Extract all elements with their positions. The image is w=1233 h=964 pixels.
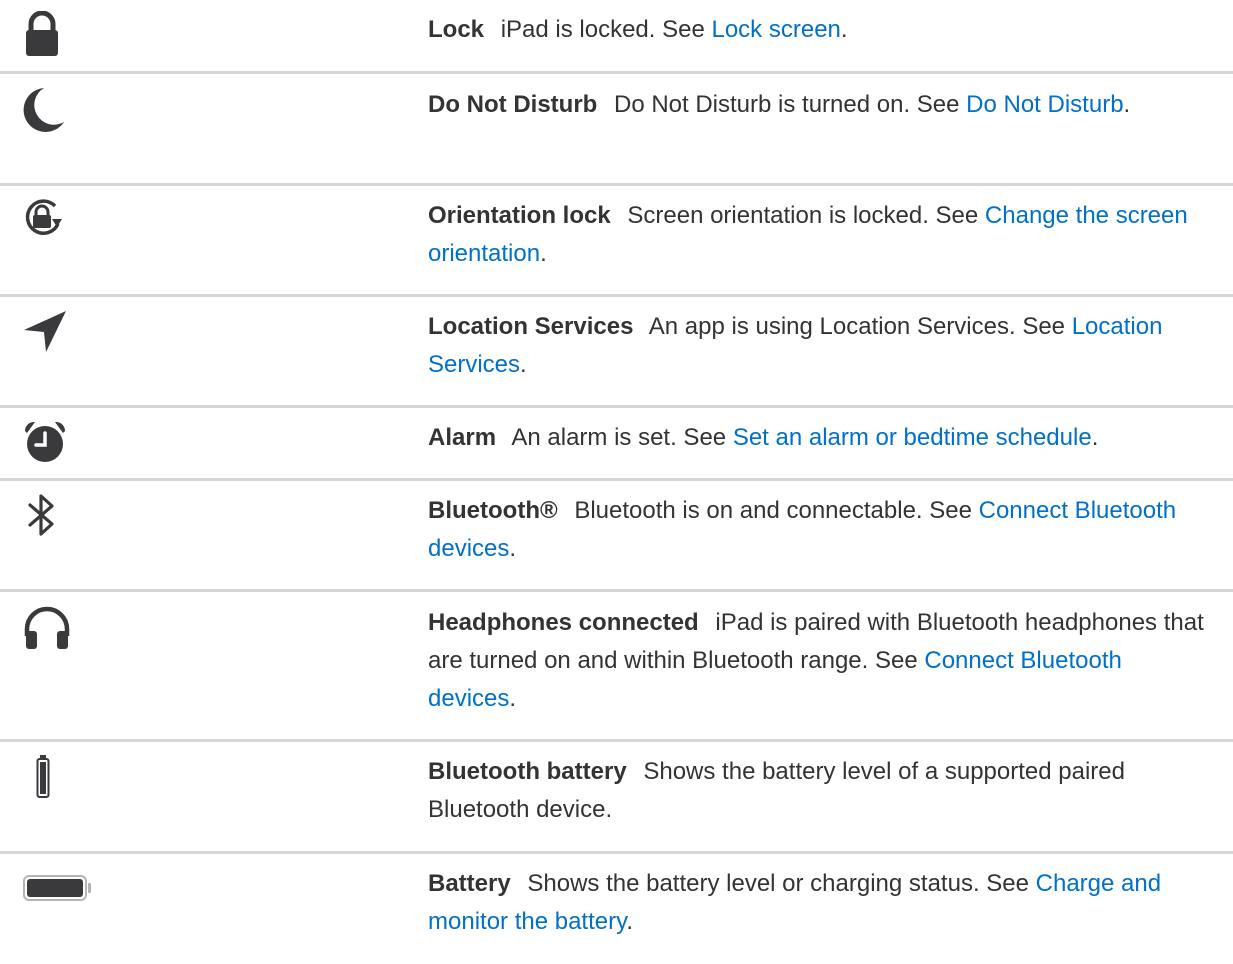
term: Bluetooth battery [428, 758, 627, 785]
icon-cell [0, 865, 428, 911]
description: An alarm is set. See [511, 424, 733, 451]
icon-cell [0, 419, 428, 465]
description: An app is using Location Services. See [648, 313, 1072, 340]
term: Orientation lock [428, 202, 611, 229]
battery-icon [22, 865, 94, 911]
table-row: Lock iPad is locked. See Lock screen. [0, 0, 1233, 74]
punctuation: . [509, 535, 517, 562]
table-row: Orientation lock Screen orientation is l… [0, 186, 1233, 297]
lock-icon [22, 11, 62, 57]
row-text: Headphones connected iPad is paired with… [428, 604, 1233, 718]
bluetooth-battery-icon [22, 753, 62, 801]
punctuation: . [1123, 91, 1131, 118]
row-text: Orientation lock Screen orientation is l… [428, 197, 1233, 273]
table-row: Bluetooth® Bluetooth is on and connectab… [0, 481, 1233, 592]
row-text: Bluetooth® Bluetooth is on and connectab… [428, 492, 1233, 568]
description: Bluetooth is on and connectable. See [574, 497, 979, 524]
alarm-clock-icon [22, 419, 68, 465]
status-icon-table: Lock iPad is locked. See Lock screen. Do… [0, 0, 1233, 964]
help-link[interactable]: Lock screen [711, 16, 840, 43]
term: Do Not Disturb [428, 91, 598, 118]
moon-icon [22, 86, 64, 132]
description: Do Not Disturb is turned on. See [613, 91, 967, 118]
description: Screen orientation is locked. See [627, 202, 985, 229]
icon-cell [0, 86, 428, 132]
term: Headphones connected [428, 609, 699, 636]
row-text: Alarm An alarm is set. See Set an alarm … [428, 419, 1233, 457]
icon-cell [0, 197, 428, 239]
icon-cell [0, 753, 428, 801]
row-text: Battery Shows the battery level or charg… [428, 865, 1233, 941]
table-row: Battery Shows the battery level or charg… [0, 854, 1233, 964]
term: Location Services [428, 313, 634, 340]
table-row: Headphones connected iPad is paired with… [0, 592, 1233, 742]
icon-cell [0, 604, 428, 650]
headphones-icon [22, 604, 72, 650]
term: Alarm [428, 424, 497, 451]
term: Battery [428, 870, 511, 897]
help-link[interactable]: Do Not Disturb [966, 91, 1123, 118]
description: iPad is locked. See [500, 16, 712, 43]
punctuation: . [840, 16, 848, 43]
term: Bluetooth® [428, 497, 558, 524]
term: Lock [428, 16, 485, 43]
row-text: Location Services An app is using Locati… [428, 308, 1233, 384]
icon-cell [0, 308, 428, 354]
punctuation: . [1091, 424, 1099, 451]
orientation-lock-icon [22, 197, 64, 239]
row-text: Lock iPad is locked. See Lock screen. [428, 11, 1233, 49]
bluetooth-icon [22, 492, 62, 538]
punctuation: . [626, 908, 633, 935]
row-text: Do Not Disturb Do Not Disturb is turned … [428, 86, 1233, 124]
icon-cell [0, 11, 428, 57]
description: Shows the battery level or charging stat… [527, 870, 1036, 897]
table-row: Alarm An alarm is set. See Set an alarm … [0, 408, 1233, 481]
table-row: Location Services An app is using Locati… [0, 297, 1233, 408]
punctuation: . [520, 351, 527, 378]
punctuation: . [540, 240, 547, 267]
row-text: Bluetooth battery Shows the battery leve… [428, 753, 1233, 829]
location-arrow-icon [22, 308, 68, 354]
punctuation: . [509, 685, 517, 712]
table-row: Do Not Disturb Do Not Disturb is turned … [0, 74, 1233, 186]
table-row: Bluetooth battery Shows the battery leve… [0, 742, 1233, 854]
help-link[interactable]: Set an alarm or bedtime schedule [733, 424, 1092, 451]
icon-cell [0, 492, 428, 538]
